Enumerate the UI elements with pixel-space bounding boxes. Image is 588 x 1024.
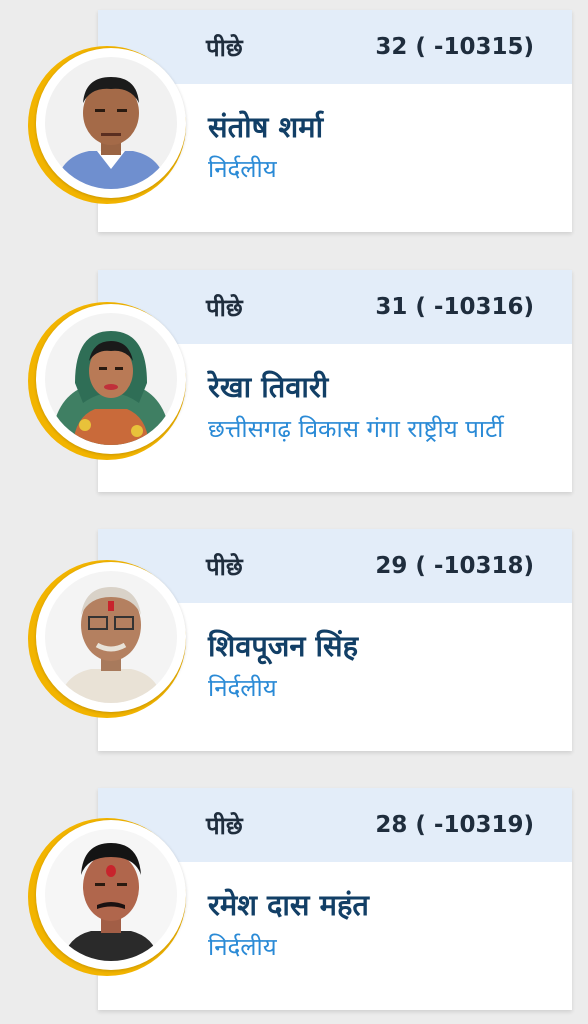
party-name: निर्दलीय bbox=[208, 155, 277, 183]
candidate-name: शिवपूजन सिंह bbox=[208, 629, 359, 663]
person-photo-icon bbox=[45, 57, 177, 189]
person-photo-icon bbox=[45, 313, 177, 445]
status-label: पीछे bbox=[206, 293, 243, 322]
party-name: निर्दलीय bbox=[208, 674, 277, 702]
avatar bbox=[28, 818, 186, 976]
status-label: पीछे bbox=[206, 552, 243, 581]
rank-margin: 32 ( -10315) bbox=[375, 34, 534, 60]
card-header: पीछे 32 ( -10315) bbox=[98, 10, 572, 84]
avatar bbox=[28, 46, 186, 204]
party-name: निर्दलीय bbox=[208, 933, 277, 961]
rank-margin: 31 ( -10316) bbox=[375, 294, 534, 320]
candidate-name: रेखा तिवारी bbox=[208, 370, 329, 404]
person-photo-icon bbox=[45, 829, 177, 961]
party-name: छत्तीसगढ़ विकास गंगा राष्ट्रीय पार्टी bbox=[208, 415, 504, 443]
candidate-name: संतोष शर्मा bbox=[208, 110, 324, 144]
avatar bbox=[28, 560, 186, 718]
avatar bbox=[28, 302, 186, 460]
rank-margin: 28 ( -10319) bbox=[375, 812, 534, 838]
candidate-name: रमेश दास महंत bbox=[208, 888, 369, 922]
person-photo-icon bbox=[45, 571, 177, 703]
rank-margin: 29 ( -10318) bbox=[375, 553, 534, 579]
candidate-list: पीछे 32 ( -10315) संतोष शर्मा निर्दलीय प… bbox=[0, 0, 588, 1024]
status-label: पीछे bbox=[206, 33, 243, 62]
status-label: पीछे bbox=[206, 811, 243, 840]
